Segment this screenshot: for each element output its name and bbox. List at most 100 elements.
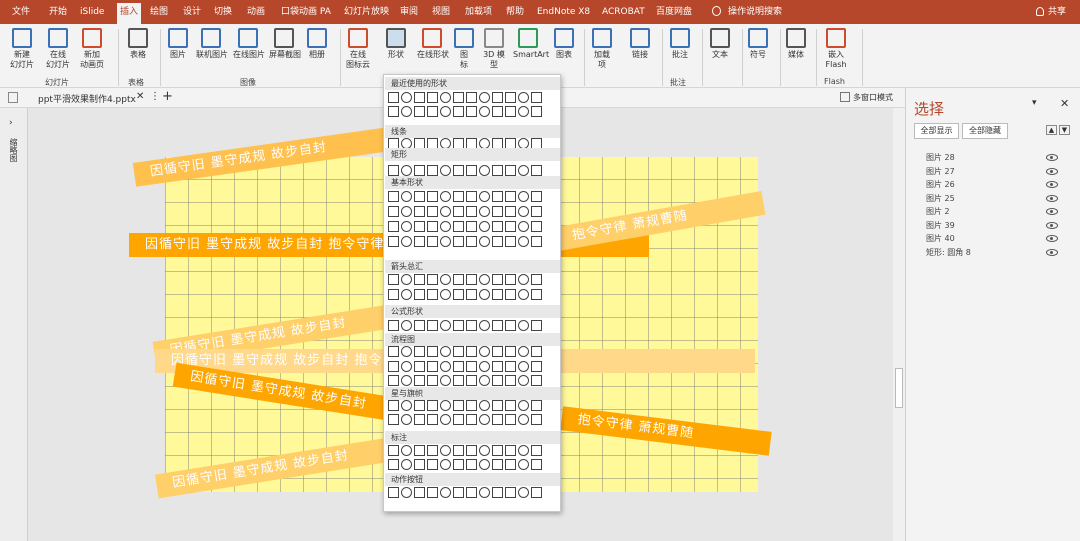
shape-icon[interactable] <box>414 165 425 176</box>
shape-icon[interactable] <box>531 400 542 411</box>
shape-icon[interactable] <box>414 274 425 285</box>
shape-icon[interactable] <box>531 414 542 425</box>
shape-icon[interactable] <box>388 92 399 103</box>
shape-icon[interactable] <box>505 236 516 247</box>
shape-icon[interactable] <box>505 445 516 456</box>
shape-icon[interactable] <box>531 346 542 357</box>
send-backward-icon[interactable]: ▼ <box>1059 125 1070 135</box>
shape-icon[interactable] <box>453 92 464 103</box>
shape-icon[interactable] <box>453 320 464 331</box>
shape-icon[interactable] <box>427 487 438 498</box>
shape-icon[interactable] <box>531 289 542 300</box>
shape-icon[interactable] <box>466 361 477 372</box>
shape-icon[interactable] <box>531 459 542 470</box>
shape-icon[interactable] <box>518 191 529 202</box>
shape-icon[interactable] <box>440 375 451 386</box>
shape-icon[interactable] <box>427 414 438 425</box>
shape-icon[interactable] <box>479 459 490 470</box>
shape-icon[interactable] <box>388 320 399 331</box>
shape-icon[interactable] <box>401 459 412 470</box>
shape-icon[interactable] <box>518 361 529 372</box>
shape-icon[interactable] <box>427 289 438 300</box>
shape-icon[interactable] <box>401 106 412 117</box>
shape-icon[interactable] <box>427 274 438 285</box>
shape-icon[interactable] <box>388 487 399 498</box>
shape-icon[interactable] <box>466 236 477 247</box>
shape-icon[interactable] <box>427 191 438 202</box>
shape-icon[interactable] <box>440 400 451 411</box>
eye-icon[interactable] <box>1046 221 1058 229</box>
menu-tab[interactable]: 口袋动画 PA <box>281 7 331 17</box>
shape-icon[interactable] <box>427 361 438 372</box>
shape-icon[interactable] <box>466 445 477 456</box>
add-tab-icon[interactable]: + <box>162 89 173 104</box>
shape-icon[interactable] <box>414 106 425 117</box>
shape-icon[interactable] <box>440 221 451 232</box>
thumbnail-strip[interactable]: › 缩略图 <box>0 108 28 541</box>
shape-icon[interactable] <box>440 487 451 498</box>
shape-icon[interactable] <box>479 236 490 247</box>
shape-icon[interactable] <box>453 400 464 411</box>
close-tab-icon[interactable]: ✕ <box>136 91 144 102</box>
multiwindow-mode[interactable]: 多窗口模式 <box>853 92 893 103</box>
shape-icon[interactable] <box>440 346 451 357</box>
shape-icon[interactable] <box>414 487 425 498</box>
shape-icon[interactable] <box>401 165 412 176</box>
ribbon-button[interactable]: 文本 <box>705 28 735 60</box>
shape-icon[interactable] <box>505 459 516 470</box>
menu-tab[interactable]: iSlide <box>80 7 104 17</box>
shape-icon[interactable] <box>492 221 503 232</box>
menu-tab[interactable]: 文件 <box>12 7 30 17</box>
shape-icon[interactable] <box>531 221 542 232</box>
shape-icon[interactable] <box>479 320 490 331</box>
shape-icon[interactable] <box>531 487 542 498</box>
shape-icon[interactable] <box>492 445 503 456</box>
shape-icon[interactable] <box>440 206 451 217</box>
shape-icon[interactable] <box>492 459 503 470</box>
shape-icon[interactable] <box>453 106 464 117</box>
shape-icon[interactable] <box>401 206 412 217</box>
shape-icon[interactable] <box>401 320 412 331</box>
shape-icon[interactable] <box>388 206 399 217</box>
ribbon-button[interactable]: 新建 幻灯片 <box>7 28 37 70</box>
shape-icon[interactable] <box>427 206 438 217</box>
shape-icon[interactable] <box>388 459 399 470</box>
shape-icon[interactable] <box>427 221 438 232</box>
shape-icon[interactable] <box>479 346 490 357</box>
ribbon-button[interactable]: 新加 动画页 <box>77 28 107 70</box>
ribbon-button[interactable]: 图 标 <box>449 28 479 70</box>
shape-icon[interactable] <box>414 289 425 300</box>
eye-icon[interactable] <box>1046 235 1058 242</box>
shape-icon[interactable] <box>466 487 477 498</box>
shape-icon[interactable] <box>414 400 425 411</box>
ribbon-button[interactable]: 嵌入 Flash <box>821 28 851 70</box>
shape-icon[interactable] <box>505 414 516 425</box>
shape-icon[interactable] <box>388 106 399 117</box>
menu-tab[interactable]: 百度网盘 <box>656 7 692 17</box>
eye-icon[interactable] <box>1046 181 1058 188</box>
menu-tab[interactable]: 帮助 <box>506 7 524 17</box>
shape-icon[interactable] <box>388 165 399 176</box>
shape-icon[interactable] <box>531 320 542 331</box>
eye-icon[interactable] <box>1046 194 1058 202</box>
shape-icon[interactable] <box>518 320 529 331</box>
ribbon-button[interactable]: 在线图片 <box>233 28 265 60</box>
shape-icon[interactable] <box>414 445 425 456</box>
shape-icon[interactable] <box>479 445 490 456</box>
shape-icon[interactable] <box>401 487 412 498</box>
shape-icon[interactable] <box>440 236 451 247</box>
shape-icon[interactable] <box>492 346 503 357</box>
eye-icon[interactable] <box>1046 248 1058 256</box>
shape-icon[interactable] <box>505 346 516 357</box>
shape-icon[interactable] <box>440 274 451 285</box>
layer-item[interactable]: 图片 27 <box>926 166 955 177</box>
shape-icon[interactable] <box>440 445 451 456</box>
shape-icon[interactable] <box>518 274 529 285</box>
shape-icon[interactable] <box>414 191 425 202</box>
menu-tab[interactable]: 操作说明搜索 <box>728 7 782 17</box>
vertical-scrollbar[interactable] <box>893 108 905 541</box>
shape-icon[interactable] <box>388 191 399 202</box>
menu-tab[interactable]: 绘图 <box>150 7 168 17</box>
shape-icon[interactable] <box>531 191 542 202</box>
shape-icon[interactable] <box>505 289 516 300</box>
